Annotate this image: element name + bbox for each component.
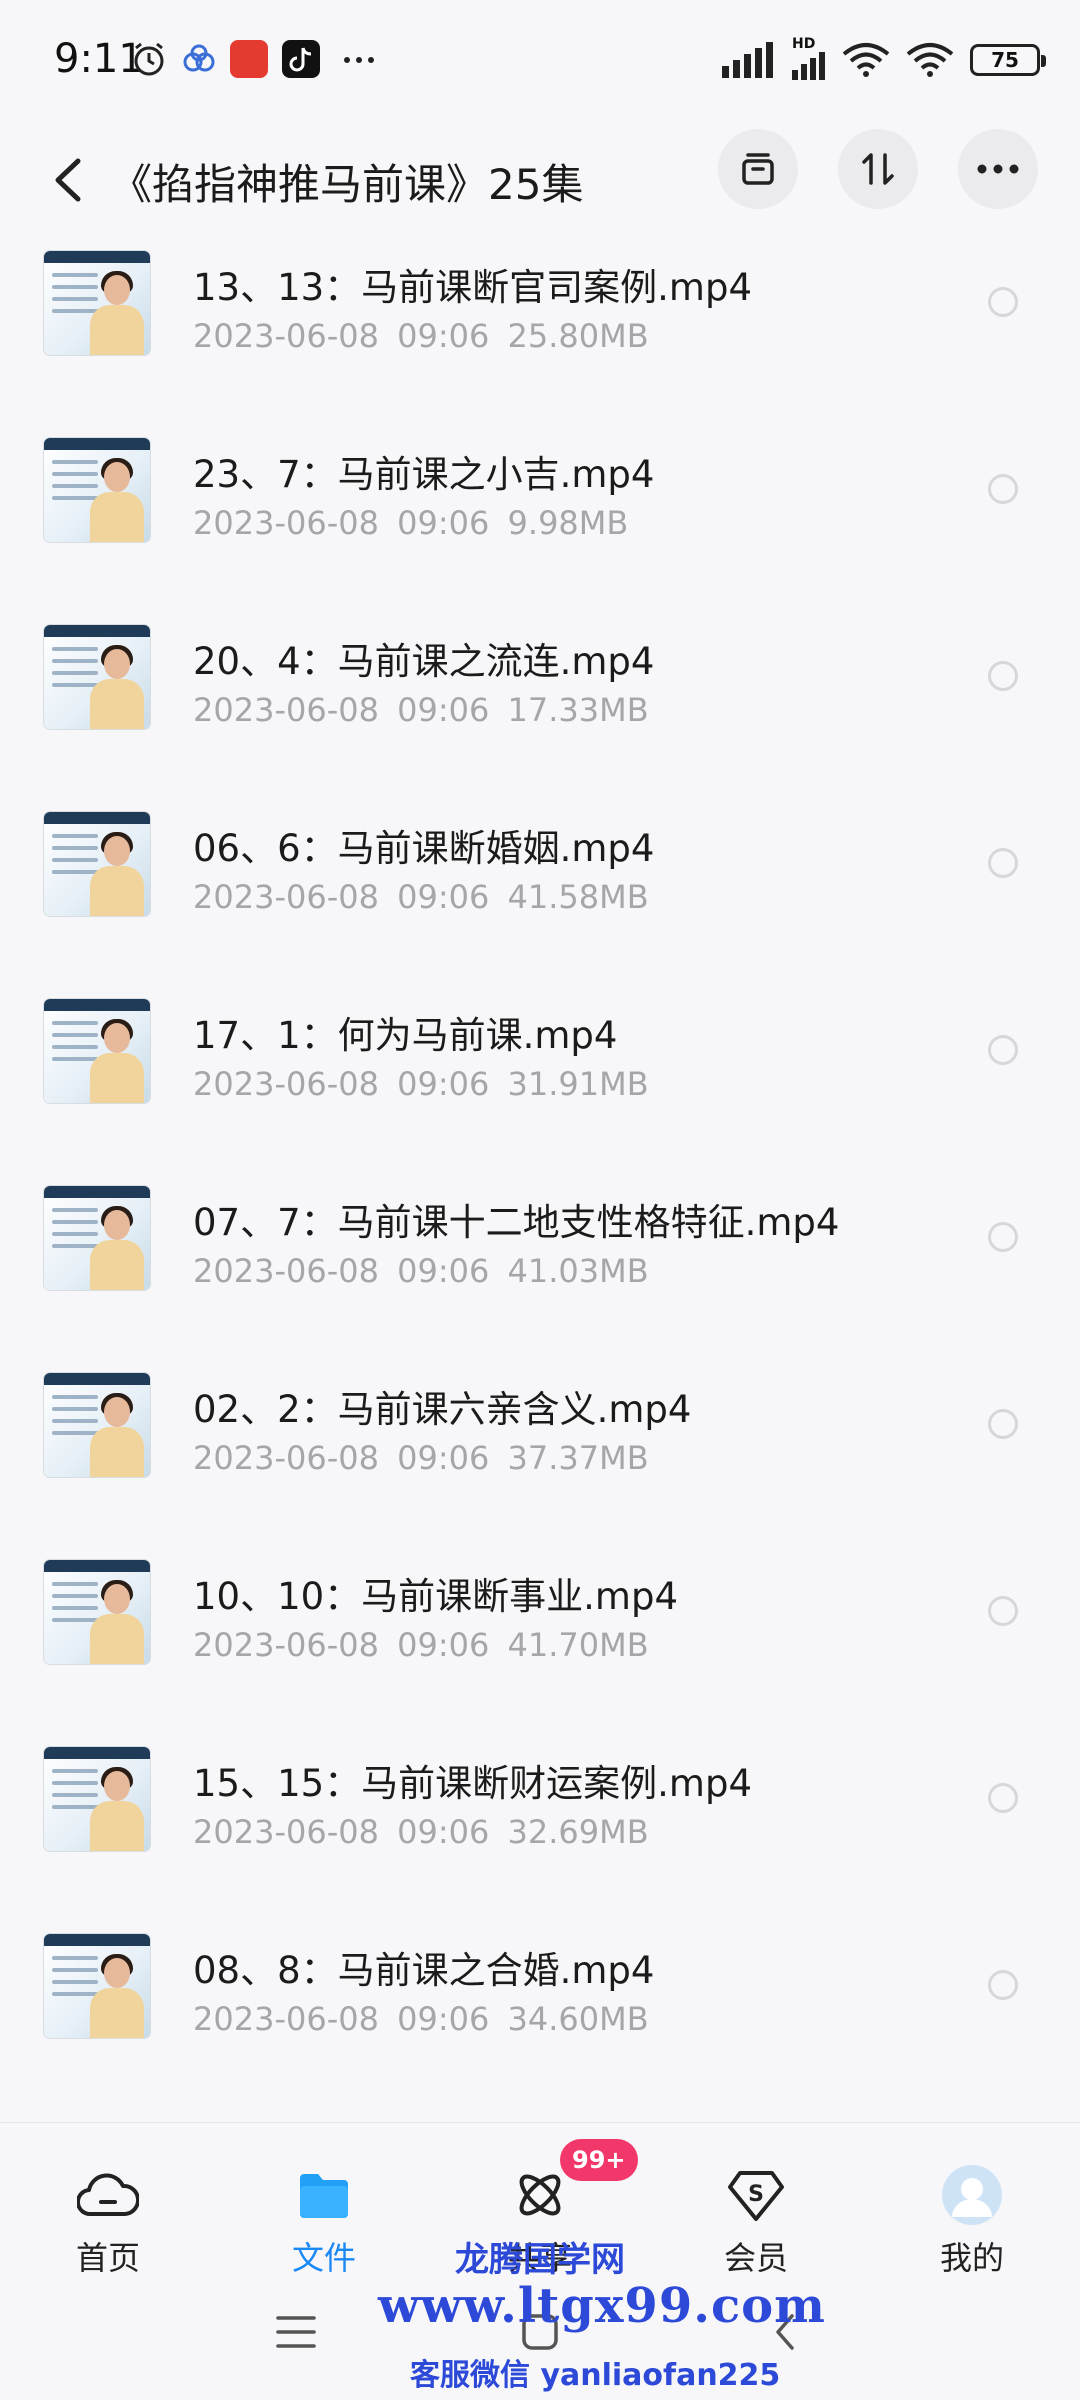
select-radio[interactable] [988, 1222, 1018, 1252]
file-meta: 2023-06-08 09:06 41.70MB [193, 1626, 649, 1664]
file-name: 02、2：马前课六亲含义.mp4 [193, 1388, 692, 1431]
file-name: 23、7：马前课之小吉.mp4 [193, 453, 655, 496]
file-meta: 2023-06-08 09:06 32.69MB [193, 1813, 649, 1851]
select-radio[interactable] [988, 1596, 1018, 1626]
file-name: 07、7：马前课十二地支性格特征.mp4 [193, 1201, 840, 1244]
file-name: 17、1：何为马前课.mp4 [193, 1014, 618, 1057]
select-radio[interactable] [988, 1409, 1018, 1439]
file-row[interactable]: 13、13：马前课断官司案例.mp4 2023-06-08 09:06 25.8… [0, 235, 1080, 422]
video-thumbnail [44, 251, 150, 355]
video-thumbnail [44, 1560, 150, 1664]
file-name: 20、4：马前课之流连.mp4 [193, 640, 655, 683]
more-notifications-icon [344, 57, 374, 63]
file-meta: 2023-06-08 09:06 9.98MB [193, 504, 629, 542]
notification-badge: 99+ [560, 2139, 638, 2181]
file-row[interactable]: 07、7：马前课十二地支性格特征.mp4 2023-06-08 09:06 41… [0, 1170, 1080, 1357]
video-thumbnail [44, 1373, 150, 1477]
archive-button[interactable] [718, 129, 798, 209]
folder-icon [300, 2174, 348, 2218]
video-thumbnail [44, 1747, 150, 1851]
app-header: 《掐指神推马前课》25集 [0, 125, 1080, 235]
back-arrow-icon[interactable] [46, 155, 90, 205]
menu-lines-icon[interactable] [276, 2314, 316, 2350]
signal-icon [722, 42, 773, 78]
file-row[interactable]: 02、2：马前课六亲含义.mp4 2023-06-08 09:06 37.37M… [0, 1357, 1080, 1544]
archive-box-icon [742, 153, 774, 185]
nav-files[interactable]: 文件 [254, 2163, 394, 2279]
file-row[interactable]: 23、7：马前课之小吉.mp4 2023-06-08 09:06 9.98MB [0, 422, 1080, 609]
file-row[interactable]: 20、4：马前课之流连.mp4 2023-06-08 09:06 17.33MB [0, 609, 1080, 796]
more-options-button[interactable] [958, 129, 1038, 209]
nav-home[interactable]: 首页 [38, 2163, 178, 2279]
avatar-icon [942, 2165, 1002, 2225]
nav-me[interactable]: 我的 [902, 2163, 1042, 2279]
battery-indicator: 75 [970, 44, 1046, 76]
file-meta: 2023-06-08 09:06 41.58MB [193, 878, 649, 916]
select-radio[interactable] [988, 1035, 1018, 1065]
video-thumbnail [44, 1934, 150, 2038]
watermark-url: www.ltgx99.com [378, 2278, 826, 2334]
alarm-icon [134, 42, 164, 76]
video-thumbnail [44, 812, 150, 916]
hd-signal-icon: HD [792, 36, 826, 80]
file-meta: 2023-06-08 09:06 31.91MB [193, 1065, 649, 1103]
file-list: 13、13：马前课断官司案例.mp4 2023-06-08 09:06 25.8… [0, 235, 1080, 2122]
file-meta: 2023-06-08 09:06 17.33MB [193, 691, 649, 729]
share-orbit-icon [519, 2174, 561, 2216]
select-radio[interactable] [988, 474, 1018, 504]
watermark-contact: 客服微信 yanliaofan225 [410, 2358, 781, 2393]
wifi-icon [842, 43, 890, 77]
file-name: 13、13：马前课断官司案例.mp4 [193, 266, 752, 309]
page-title: 《掐指神推马前课》25集 [110, 160, 584, 209]
video-thumbnail [44, 1186, 150, 1290]
hd-label: HD [792, 36, 816, 52]
sort-arrows-icon [862, 153, 894, 185]
file-meta: 2023-06-08 09:06 37.37MB [193, 1439, 649, 1477]
file-meta: 2023-06-08 09:06 25.80MB [193, 317, 649, 355]
file-row[interactable]: 17、1：何为马前课.mp4 2023-06-08 09:06 31.91MB [0, 983, 1080, 1170]
vip-s-icon: S [728, 2171, 784, 2221]
select-radio[interactable] [988, 1970, 1018, 2000]
file-name: 08、8：马前课之合婚.mp4 [193, 1949, 655, 1992]
file-row[interactable]: 08、8：马前课之合婚.mp4 2023-06-08 09:06 34.60MB [0, 1918, 1080, 2105]
watermark-site-name: 龙腾国学网 [455, 2240, 625, 2280]
file-name: 10、10：马前课断事业.mp4 [193, 1575, 678, 1618]
tiktok-app-icon [282, 40, 320, 78]
file-row[interactable]: 10、10：马前课断事业.mp4 2023-06-08 09:06 41.70M… [0, 1544, 1080, 1731]
cloud-home-icon [77, 2173, 139, 2217]
status-bar: 9:11 HD 75 [0, 0, 1080, 125]
select-radio[interactable] [988, 287, 1018, 317]
file-name: 06、6：马前课断婚姻.mp4 [193, 827, 655, 870]
select-radio[interactable] [988, 1783, 1018, 1813]
cloud-app-icon [183, 44, 215, 72]
video-thumbnail [44, 625, 150, 729]
video-thumbnail [44, 999, 150, 1103]
file-row[interactable]: 15、15：马前课断财运案例.mp4 2023-06-08 09:06 32.6… [0, 1731, 1080, 1918]
video-thumbnail [44, 438, 150, 542]
svg-text:S: S [748, 2182, 764, 2207]
file-meta: 2023-06-08 09:06 34.60MB [193, 2000, 649, 2038]
sort-button[interactable] [838, 129, 918, 209]
more-dots-icon [977, 164, 1019, 174]
wifi-icon-secondary [906, 43, 954, 77]
file-meta: 2023-06-08 09:06 41.03MB [193, 1252, 649, 1290]
file-name: 15、15：马前课断财运案例.mp4 [193, 1762, 752, 1805]
news-app-icon [230, 40, 268, 78]
select-radio[interactable] [988, 661, 1018, 691]
select-radio[interactable] [988, 848, 1018, 878]
nav-vip[interactable]: S 会员 [686, 2163, 826, 2279]
file-row[interactable]: 06、6：马前课断婚姻.mp4 2023-06-08 09:06 41.58MB [0, 796, 1080, 983]
